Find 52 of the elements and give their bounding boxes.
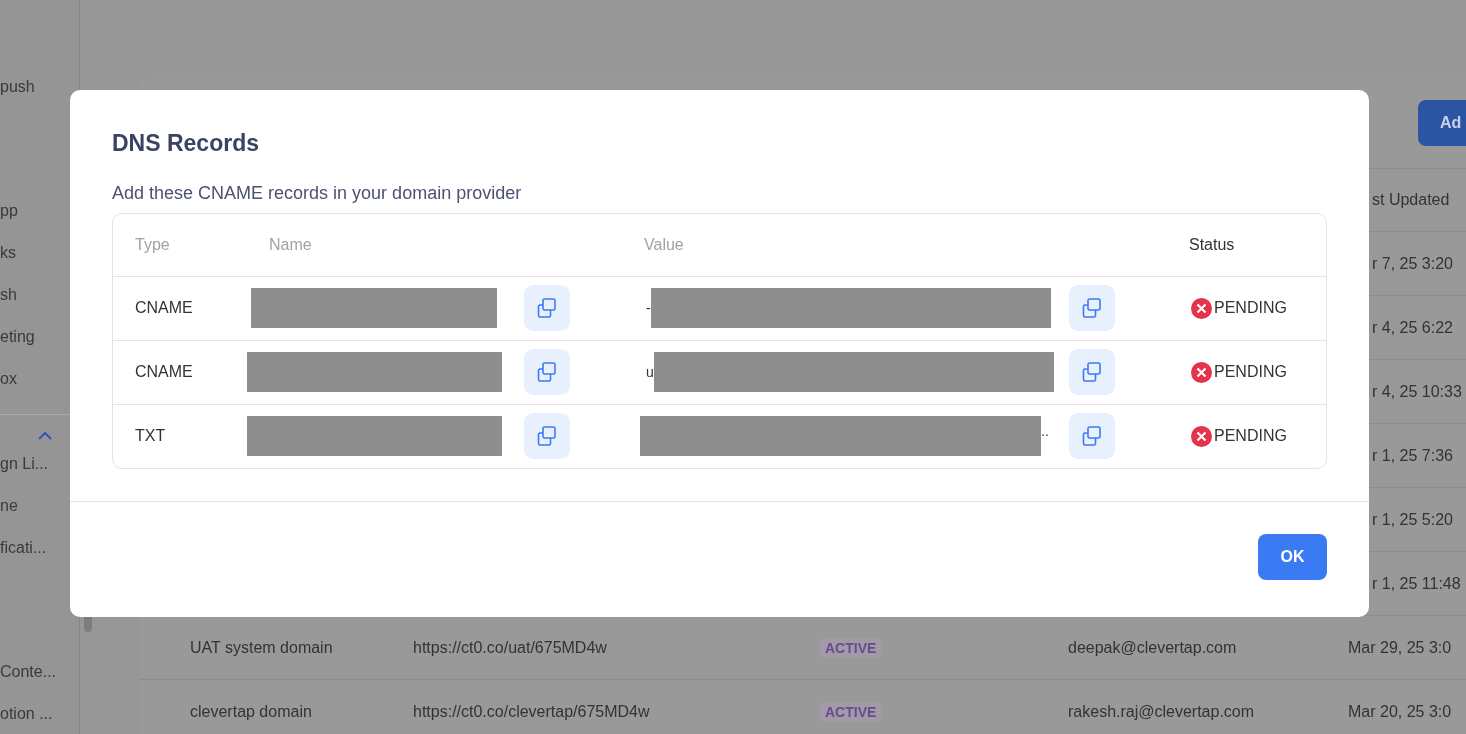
chevron-icon[interactable] <box>38 430 52 440</box>
table-cell-text: r 1, 25 11:48 <box>1371 573 1461 594</box>
table-cell-text: https://ct0.co/clevertap/675MD4w <box>413 701 651 722</box>
status-text: PENDING <box>1214 426 1287 447</box>
table-cell-text: Mar 20, 25 3:0 <box>1348 701 1452 722</box>
column-header: Type <box>134 234 171 255</box>
copy-icon <box>1081 361 1103 384</box>
status-text: PENDING <box>1214 298 1287 319</box>
table-cell-text: Mar 29, 25 3:0 <box>1348 637 1452 658</box>
table-cell-text: UAT system domain <box>189 637 334 658</box>
dialog-subtitle: Add these CNAME records in your domain provider <box>112 181 523 205</box>
copy-icon <box>536 361 558 384</box>
copy-button[interactable] <box>1069 349 1115 396</box>
dialog-title: DNS Records <box>112 130 260 158</box>
value-fragment: u <box>646 362 654 382</box>
table-cell-text: r 7, 25 3:20 <box>1371 253 1453 274</box>
table-cell-text: r 4, 25 10:33 <box>1371 381 1462 402</box>
copy-button[interactable] <box>524 285 570 332</box>
status-badge: ACTIVE <box>820 637 882 658</box>
copy-icon <box>1081 297 1103 320</box>
table-cell-text: CNAME <box>134 362 194 383</box>
sidebar-item[interactable]: otion ... <box>0 701 79 734</box>
error-icon <box>1191 425 1212 447</box>
sidebar-item[interactable]: Conte... <box>0 659 79 701</box>
table-cell-text: TXT <box>134 426 167 447</box>
error-icon <box>1191 361 1212 383</box>
column-header: st Updated <box>1371 190 1450 210</box>
value-fragment: - <box>646 298 651 318</box>
table-cell-text: r 1, 25 7:36 <box>1371 445 1453 466</box>
copy-button[interactable] <box>1069 285 1115 332</box>
table-cell-text: r 1, 25 5:20 <box>1371 509 1453 530</box>
copy-button[interactable] <box>524 413 570 460</box>
copy-button[interactable] <box>524 349 570 396</box>
error-icon <box>1191 297 1212 319</box>
copy-icon <box>1081 425 1103 448</box>
status-badge: ACTIVE <box>820 701 882 722</box>
table-cell-text: deepak@clevertap.com <box>1068 637 1238 658</box>
column-header: Value <box>644 234 684 255</box>
table-cell-text: r 4, 25 6:22 <box>1371 317 1453 338</box>
add-button[interactable]: Ad <box>1418 100 1466 146</box>
status-text: PENDING <box>1214 362 1287 383</box>
copy-icon <box>536 425 558 448</box>
copy-icon <box>536 297 558 320</box>
table-cell-text: rakesh.raj@clevertap.com <box>1068 701 1256 722</box>
copy-button[interactable] <box>1069 413 1115 460</box>
table-cell-text: CNAME <box>134 298 194 319</box>
column-header: Name <box>269 235 312 253</box>
table-cell-text: clevertap domain <box>189 701 313 722</box>
ok-button[interactable]: OK <box>1258 533 1327 580</box>
table-cell-text: https://ct0.co/uat/675MD4w <box>413 637 608 658</box>
column-header: Status <box>1189 234 1235 255</box>
value-fragment: .. <box>1041 422 1049 442</box>
